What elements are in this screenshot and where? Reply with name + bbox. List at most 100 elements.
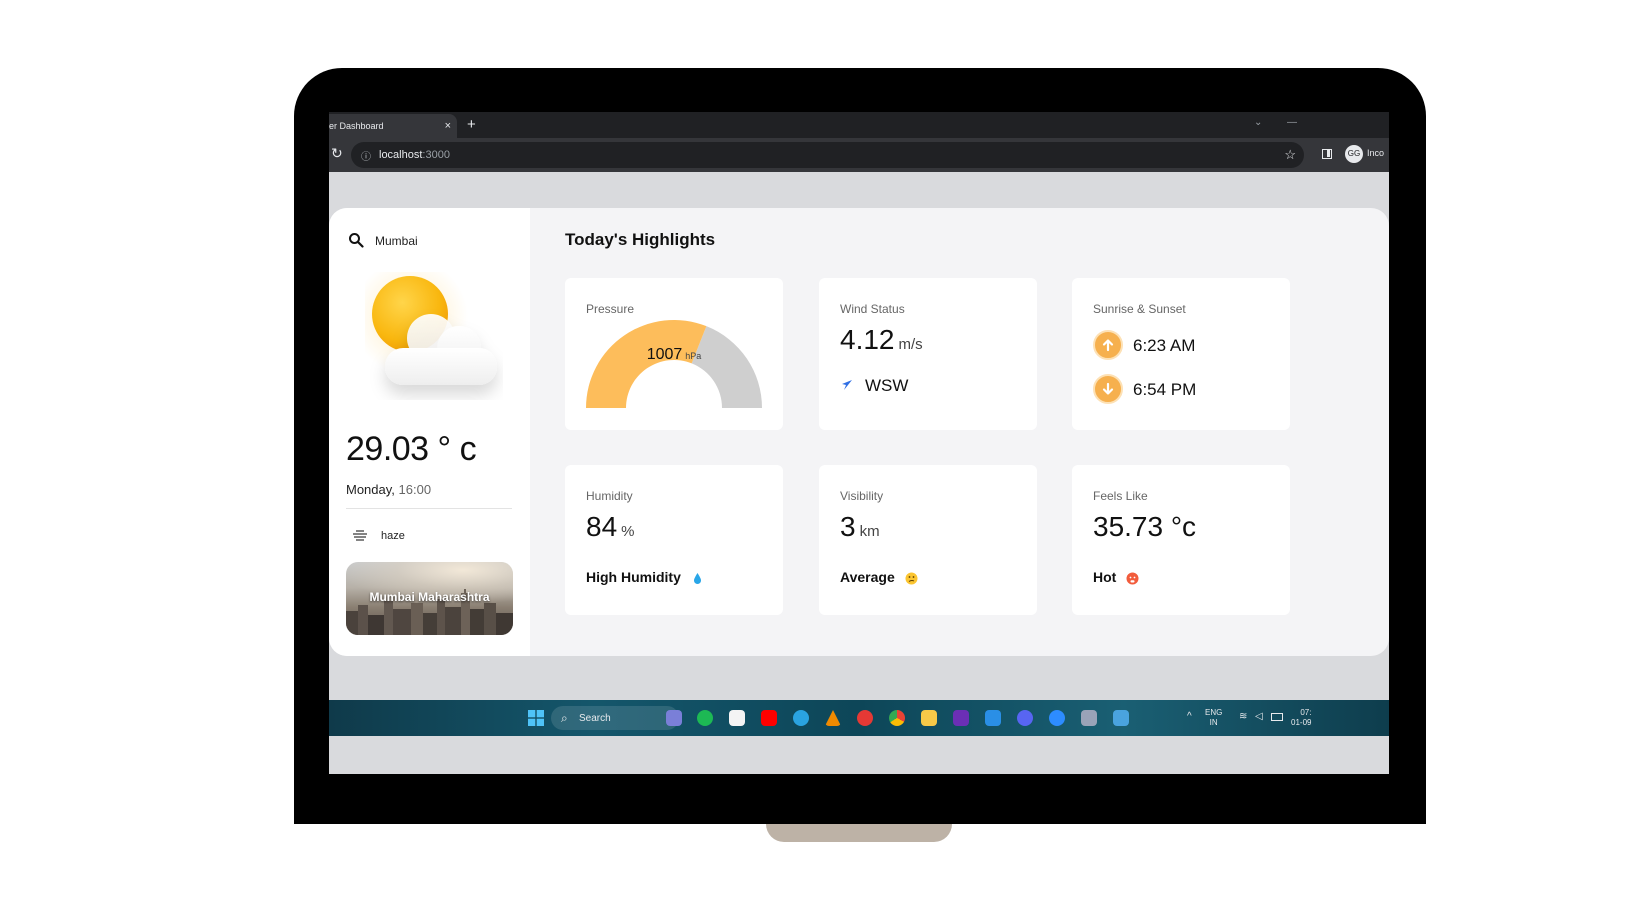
wind-speed: 4.12 m/s — [840, 324, 923, 356]
confused-face-icon — [905, 572, 918, 585]
tray-chevron-icon[interactable]: ^ — [1187, 712, 1192, 722]
feels-like-status-row: Hot — [1093, 569, 1139, 585]
sun-card: Sunrise & Sunset 6:23 AM 6:54 PM — [1072, 278, 1290, 430]
wind-value: 4.12 — [840, 324, 895, 355]
partly-cloudy-icon — [365, 272, 497, 385]
tab-close-icon[interactable]: × — [445, 114, 451, 138]
sun-title: Sunrise & Sunset — [1093, 302, 1186, 316]
pressure-title: Pressure — [586, 302, 635, 316]
discord-icon[interactable] — [1017, 710, 1033, 726]
feels-like-card: Feels Like 35.73 °c Hot — [1072, 465, 1290, 615]
visibility-status-row: Average — [840, 569, 918, 585]
wind-direction: WSW — [865, 376, 909, 395]
divider — [346, 508, 512, 509]
chrome-icon[interactable] — [889, 710, 905, 726]
feels-like-status: Hot — [1093, 569, 1117, 585]
wind-card: Wind Status 4.12 m/s WSW — [819, 278, 1037, 430]
youtube-music-icon[interactable] — [857, 710, 873, 726]
battery-icon[interactable] — [1271, 713, 1283, 721]
pressure-number: 1007 — [646, 346, 683, 363]
minimize-icon[interactable]: — — [1287, 112, 1297, 134]
notion-icon[interactable] — [729, 710, 745, 726]
url-input[interactable]: ⓘ localhost:3000 ☆ — [351, 142, 1304, 168]
sunrise-time: 6:23 AM — [1133, 336, 1196, 355]
sunrise-row: 6:23 AM — [1093, 330, 1283, 362]
photos-icon[interactable] — [1113, 710, 1129, 726]
city-image-card: Mumbai Maharashtra — [346, 562, 513, 635]
browser-tab-bar: er Dashboard × + ⌄ — — [329, 112, 1389, 138]
windows-start-icon[interactable] — [528, 710, 544, 726]
sidebar: Mumbai 29.03 ° c Monday, 16:00 haze Mumb… — [329, 208, 530, 656]
gauge-track — [691, 326, 762, 408]
vscode-icon[interactable] — [985, 710, 1001, 726]
spotify-icon[interactable] — [697, 710, 713, 726]
language-indicator[interactable]: ENG IN — [1205, 708, 1222, 728]
sunrise-icon — [1093, 330, 1123, 360]
wind-title: Wind Status — [840, 302, 905, 316]
time-label: 16:00 — [398, 482, 432, 497]
widgets-icon[interactable] — [666, 710, 682, 726]
humidity-card: Humidity 84% High Humidity — [565, 465, 783, 615]
zoom-icon[interactable] — [1049, 710, 1065, 726]
browser-tab[interactable]: er Dashboard × — [329, 114, 457, 138]
side-panel-icon[interactable] — [1322, 149, 1332, 159]
os-taskbar: ⌕ Search ^ ENG IN ≋ ◁ 07: 01-09 — [329, 700, 1389, 736]
new-tab-icon[interactable]: + — [467, 112, 476, 138]
laptop-stand — [766, 824, 952, 842]
volume-icon[interactable]: ◁ — [1255, 712, 1263, 722]
pressure-value: 1007 hPa — [565, 346, 783, 364]
wind-unit: m/s — [898, 336, 923, 353]
screen: er Dashboard × + ⌄ — ↻ ⓘ localhost:3000 … — [329, 112, 1389, 774]
gauge-fill — [586, 320, 707, 408]
water-drop-icon — [693, 572, 701, 584]
feels-like-value: 35.73 °c — [1093, 511, 1197, 542]
app-icon[interactable] — [1081, 710, 1097, 726]
bookmark-star-icon[interactable]: ☆ — [1284, 147, 1296, 163]
address-bar: ↻ ⓘ localhost:3000 ☆ GG Inco — [329, 138, 1389, 172]
profile-avatar[interactable]: GG — [1345, 145, 1363, 163]
jetbrains-icon[interactable] — [953, 710, 969, 726]
visibility-title: Visibility — [840, 489, 884, 503]
visibility-value: 3 — [840, 511, 856, 542]
url-text: localhost:3000 — [379, 149, 450, 161]
clock[interactable]: 07: 01-09 — [1291, 708, 1311, 728]
feels-like-title: Feels Like — [1093, 489, 1148, 503]
humidity-unit: % — [621, 523, 635, 540]
url-host: localhost — [379, 149, 423, 161]
taskbar-search-icon: ⌕ — [561, 711, 568, 725]
taskbar-search-label: Search — [579, 713, 611, 724]
humidity-reading: 84% — [586, 511, 635, 543]
day-label: Monday, — [346, 482, 395, 497]
vlc-icon[interactable] — [825, 710, 841, 726]
language-code: ENG — [1205, 708, 1223, 717]
taskbar-search[interactable]: ⌕ Search — [551, 706, 679, 730]
hot-face-icon — [1126, 572, 1139, 585]
humidity-status: High Humidity — [586, 569, 681, 585]
file-explorer-icon[interactable] — [921, 710, 937, 726]
profile-label[interactable]: Inco — [1367, 148, 1384, 158]
url-port: :3000 — [422, 149, 450, 161]
humidity-title: Humidity — [586, 489, 633, 503]
pressure-card: Pressure 1007 hPa — [565, 278, 783, 430]
highlights-title: Today's Highlights — [565, 230, 716, 249]
reload-icon[interactable]: ↻ — [331, 145, 343, 162]
search-icon[interactable] — [348, 232, 364, 248]
youtube-icon[interactable] — [761, 710, 777, 726]
current-temperature: 29.03 ° c — [346, 430, 477, 468]
pressure-gauge — [586, 320, 762, 408]
clock-time: 07: — [1300, 708, 1312, 717]
site-info-icon[interactable]: ⓘ — [361, 148, 371, 163]
telegram-icon[interactable] — [793, 710, 809, 726]
region-code: IN — [1209, 718, 1218, 727]
visibility-status: Average — [840, 569, 895, 585]
clock-date: 01-09 — [1291, 718, 1312, 727]
tab-search-chevron-icon[interactable]: ⌄ — [1254, 112, 1262, 134]
wifi-icon[interactable]: ≋ — [1239, 712, 1247, 722]
humidity-value: 84 — [586, 511, 618, 542]
weather-condition: haze — [381, 530, 405, 542]
humidity-status-row: High Humidity — [586, 569, 704, 585]
visibility-unit: km — [859, 523, 880, 540]
city-search-input[interactable]: Mumbai — [375, 234, 418, 248]
haze-icon — [353, 530, 367, 541]
sunset-row: 6:54 PM — [1093, 374, 1283, 406]
